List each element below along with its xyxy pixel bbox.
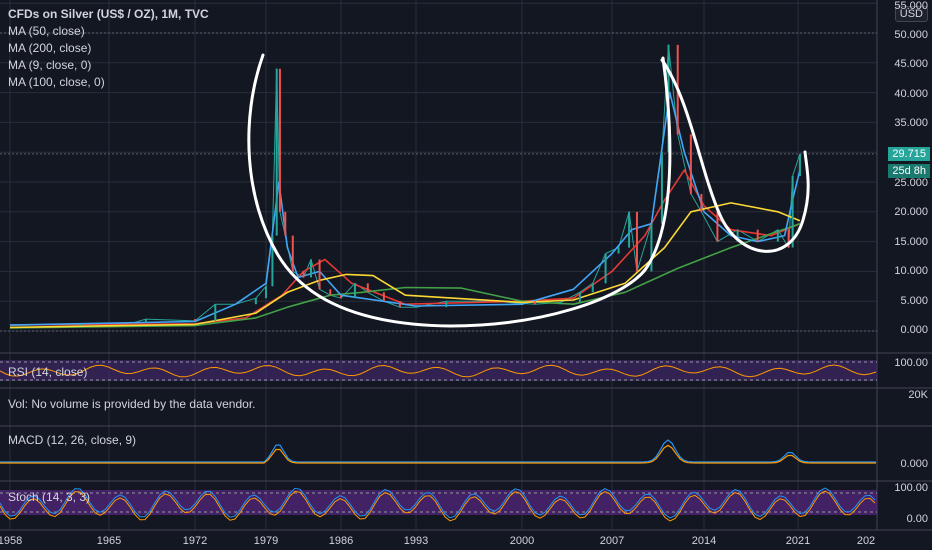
time-tick-1986: 1986 <box>328 535 354 547</box>
time-tick-2021: 2021 <box>785 535 811 547</box>
vol-tick-20k: 20K <box>908 389 928 401</box>
time-tick-2000: 2000 <box>509 535 535 547</box>
time-tick-1979: 1979 <box>253 535 279 547</box>
chart-root: CFDs on Silver (US$ / OZ), 1M, TVC MA (5… <box>0 0 932 550</box>
price-tick-40: 40.000 <box>894 88 928 100</box>
indicator-ma200[interactable]: MA (200, close) <box>8 40 209 57</box>
price-tick-50: 50.000 <box>894 29 928 41</box>
time-tick-1958: 1958 <box>0 535 23 547</box>
chart-title: CFDs on Silver (US$ / OZ), 1M, TVC <box>8 7 209 21</box>
time-tick-1965: 1965 <box>96 535 122 547</box>
last-price-tag: 29.715 <box>888 147 930 161</box>
vol-label: Vol: No volume is provided by the data v… <box>8 397 256 411</box>
price-tick-15: 15.000 <box>894 236 928 248</box>
legend: CFDs on Silver (US$ / OZ), 1M, TVC MA (5… <box>8 6 209 91</box>
rsi-label[interactable]: RSI (14, close) <box>8 365 87 379</box>
macd-tick-0: 0.000 <box>900 458 928 470</box>
time-tick-1972: 1972 <box>182 535 208 547</box>
time-tick-202x: 202 <box>856 535 876 547</box>
price-tick-55: 55.000 <box>894 0 928 12</box>
price-tick-25: 25.000 <box>894 177 928 189</box>
price-tick-5: 5.000 <box>900 295 928 307</box>
rsi-tick-100: 100.00 <box>894 357 928 369</box>
price-tick-20: 20.000 <box>894 206 928 218</box>
macd-label[interactable]: MACD (12, 26, close, 9) <box>8 433 136 447</box>
rsi-band <box>0 360 877 381</box>
price-tick-35: 35.000 <box>894 117 928 129</box>
indicator-ma9[interactable]: MA (9, close, 0) <box>8 57 209 74</box>
time-tick-2007: 2007 <box>599 535 625 547</box>
indicator-ma100[interactable]: MA (100, close, 0) <box>8 74 209 91</box>
indicator-ma50[interactable]: MA (50, close) <box>8 23 209 40</box>
time-tick-1993: 1993 <box>403 535 429 547</box>
time-tick-2014: 2014 <box>691 535 717 547</box>
stoch-label[interactable]: Stoch (14, 3, 3) <box>8 490 90 504</box>
stoch-tick-0: 0.00 <box>906 513 928 525</box>
countdown-tag: 25d 8h <box>888 164 930 178</box>
price-tick-0: 0.000 <box>900 324 928 336</box>
price-tick-45: 45.000 <box>894 58 928 70</box>
stoch-tick-100: 100.00 <box>894 482 928 494</box>
price-tick-10: 10.000 <box>894 265 928 277</box>
